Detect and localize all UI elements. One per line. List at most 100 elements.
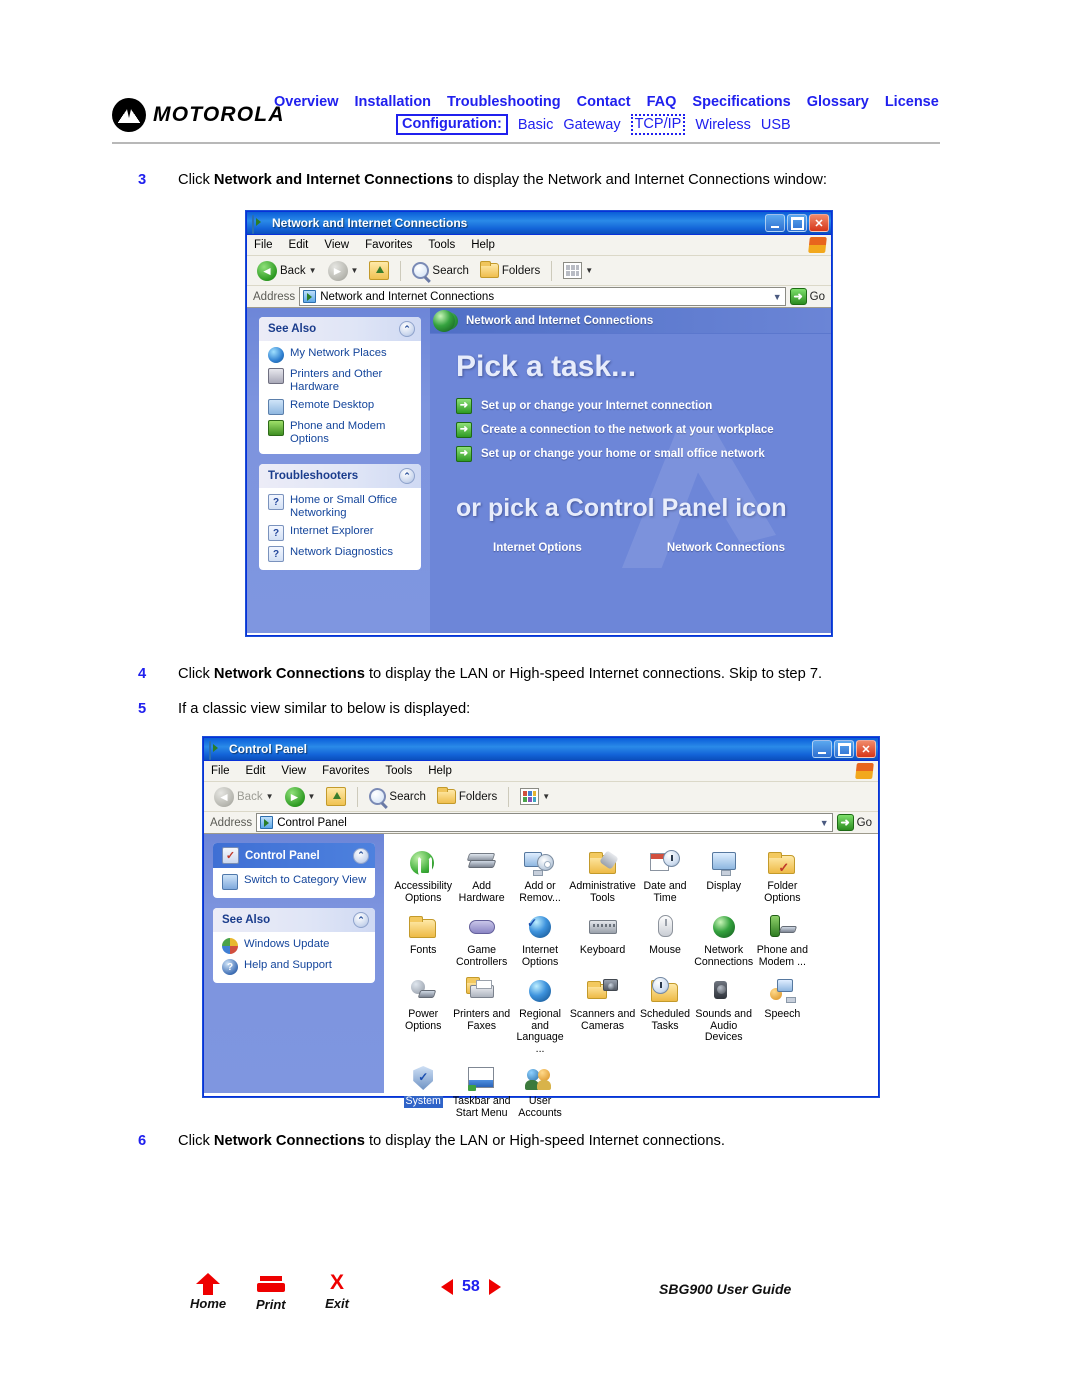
sidebar-item-switch-to-category-view[interactable]: Switch to Category View — [222, 874, 369, 890]
menu-edit[interactable]: Edit — [289, 239, 309, 251]
chevron-up-icon[interactable]: ⌃ — [399, 468, 415, 484]
menu-file[interactable]: File — [254, 239, 273, 251]
control-panel-header[interactable]: ✓ Control Panel ⌃ — [213, 843, 375, 868]
back-dropdown-caret-icon[interactable]: ▼ — [309, 266, 317, 275]
chevron-up-icon[interactable]: ⌃ — [353, 847, 369, 864]
nav-contact[interactable]: Contact — [577, 94, 631, 110]
sidebar-item-help-and-support[interactable]: ? Help and Support — [222, 959, 369, 975]
cp-item-keyboard[interactable]: Keyboard — [569, 908, 636, 968]
search-button[interactable]: Search — [365, 786, 429, 807]
cp-item-sounds-and-audio-devices[interactable]: Sounds and Audio Devices — [694, 972, 753, 1055]
views-dropdown-caret-icon[interactable]: ▼ — [542, 792, 550, 801]
search-button[interactable]: Search — [408, 260, 472, 281]
menu-help[interactable]: Help — [428, 765, 452, 777]
close-button[interactable]: ✕ — [856, 740, 876, 758]
cp-item-administrative-tools[interactable]: Administrative Tools — [569, 844, 636, 904]
views-button[interactable]: ▼ — [516, 786, 554, 807]
cp-item-fonts[interactable]: Fonts — [394, 908, 452, 968]
chevron-up-icon[interactable]: ⌃ — [353, 912, 369, 928]
views-button[interactable]: ▼ — [559, 260, 597, 281]
views-dropdown-caret-icon[interactable]: ▼ — [585, 266, 593, 275]
nav-specifications[interactable]: Specifications — [692, 94, 790, 110]
go-button[interactable]: ➜ Go — [789, 288, 828, 305]
menu-edit[interactable]: Edit — [246, 765, 266, 777]
maximize-button[interactable] — [834, 740, 854, 758]
cp-item-game-controllers[interactable]: Game Controllers — [452, 908, 510, 968]
sidebar-item-remote-desktop[interactable]: Remote Desktop — [268, 399, 415, 415]
home-button[interactable]: Home — [190, 1273, 226, 1311]
cp-item-folder-options[interactable]: ✓ Folder Options — [753, 844, 811, 904]
network-internet-connections-window[interactable]: Network and Internet Connections ✕ File … — [246, 211, 832, 636]
task-create-workplace-connection[interactable]: ➜ Create a connection to the network at … — [430, 418, 831, 442]
cp-item-display[interactable]: Display — [694, 844, 753, 904]
sidebar-item-windows-update[interactable]: Windows Update — [222, 938, 369, 954]
minimize-button[interactable] — [812, 740, 832, 758]
go-button[interactable]: ➜ Go — [836, 814, 875, 831]
folders-button[interactable]: Folders — [476, 261, 544, 280]
maximize-button[interactable] — [787, 214, 807, 232]
back-dropdown-caret-icon[interactable]: ▼ — [266, 792, 274, 801]
cp-item-date-and-time[interactable]: Date and Time — [636, 844, 694, 904]
cp-item-phone-and-modem[interactable]: Phone and Modem ... — [753, 908, 811, 968]
cp-item-network-connections[interactable]: Network Connections — [694, 908, 753, 968]
sidebar-item-my-network-places[interactable]: My Network Places — [268, 347, 415, 363]
sidebar-item-internet-explorer[interactable]: ? Internet Explorer — [268, 525, 415, 541]
close-button[interactable]: ✕ — [809, 214, 829, 232]
exit-button[interactable]: X Exit — [325, 1272, 349, 1311]
cp-item-regional-and-language[interactable]: Regional and Language ... — [511, 972, 569, 1055]
task-setup-home-office-network[interactable]: ➜ Set up or change your home or small of… — [430, 442, 831, 466]
menu-tools[interactable]: Tools — [428, 239, 455, 251]
cp-item-power-options[interactable]: Power Options — [394, 972, 452, 1055]
nav-license[interactable]: License — [885, 94, 939, 110]
sidebar-item-network-diagnostics[interactable]: ? Network Diagnostics — [268, 546, 415, 562]
sidebar-item-printers-and-other-hardware[interactable]: Printers and Other Hardware — [268, 368, 415, 394]
nav-faq[interactable]: FAQ — [647, 94, 677, 110]
troubleshooters-header[interactable]: Troubleshooters ⌃ — [259, 464, 421, 488]
forward-button[interactable]: ► ▼ — [281, 785, 320, 809]
cp-item-printers-and-faxes[interactable]: Printers and Faxes — [452, 972, 510, 1055]
up-button[interactable] — [365, 259, 393, 282]
cp-item-add-hardware[interactable]: Add Hardware — [452, 844, 510, 904]
control-panel-window[interactable]: Control Panel ✕ File Edit View Favorites… — [203, 737, 879, 1118]
menu-help[interactable]: Help — [471, 239, 495, 251]
cp-item-internet-options[interactable]: ✓ Internet Options — [511, 908, 569, 968]
cp-item-accessibility-options[interactable]: Accessibility Options — [394, 844, 452, 904]
address-input[interactable]: Network and Internet Connections ▼ — [299, 287, 786, 306]
sidebar-item-phone-and-modem-options[interactable]: Phone and Modem Options — [268, 420, 415, 446]
cp-network-connections[interactable]: Network Connections — [433, 310, 785, 561]
cp-item-add-or-remove-programs[interactable]: Add or Remov... — [511, 844, 569, 904]
cp-item-user-accounts[interactable]: User Accounts — [511, 1059, 569, 1119]
nav-gateway[interactable]: Gateway — [563, 117, 620, 133]
menu-favorites[interactable]: Favorites — [365, 239, 412, 251]
see-also-header[interactable]: See Also ⌃ — [213, 908, 375, 932]
nav-wireless[interactable]: Wireless — [695, 117, 751, 133]
cp-internet-options[interactable]: Internet Options — [433, 310, 582, 561]
cp-item-speech[interactable]: Speech — [753, 972, 811, 1055]
nav-usb[interactable]: USB — [761, 117, 791, 133]
up-button[interactable] — [322, 785, 350, 808]
menu-view[interactable]: View — [281, 765, 306, 777]
address-dropdown-caret-icon[interactable]: ▼ — [817, 814, 832, 831]
menu-file[interactable]: File — [211, 765, 230, 777]
forward-dropdown-caret-icon[interactable]: ▼ — [351, 266, 359, 275]
triangle-left-icon[interactable] — [441, 1279, 453, 1295]
window2-titlebar[interactable]: Control Panel ✕ — [204, 738, 878, 761]
nav-tcpip[interactable]: TCP/IP — [630, 114, 686, 135]
folders-button[interactable]: Folders — [433, 787, 501, 806]
nav-basic[interactable]: Basic — [518, 117, 553, 133]
menu-tools[interactable]: Tools — [385, 765, 412, 777]
see-also-header[interactable]: See Also ⌃ — [259, 317, 421, 341]
cp-item-taskbar-and-start-menu[interactable]: Taskbar and Start Menu — [452, 1059, 511, 1119]
print-button[interactable]: Print — [256, 1276, 286, 1312]
chevron-up-icon[interactable]: ⌃ — [399, 321, 415, 337]
cp-item-scanners-and-cameras[interactable]: Scanners and Cameras — [569, 972, 636, 1055]
window1-titlebar[interactable]: Network and Internet Connections ✕ — [247, 212, 831, 235]
cp-item-mouse[interactable]: Mouse — [636, 908, 694, 968]
menu-view[interactable]: View — [324, 239, 349, 251]
address-dropdown-caret-icon[interactable]: ▼ — [770, 288, 785, 305]
minimize-button[interactable] — [765, 214, 785, 232]
cp-item-scheduled-tasks[interactable]: Scheduled Tasks — [636, 972, 694, 1055]
nav-installation[interactable]: Installation — [355, 94, 432, 110]
sidebar-item-home-or-small-office-networking[interactable]: ? Home or Small Office Networking — [268, 494, 415, 520]
back-button[interactable]: ◄ Back ▼ — [253, 259, 321, 283]
